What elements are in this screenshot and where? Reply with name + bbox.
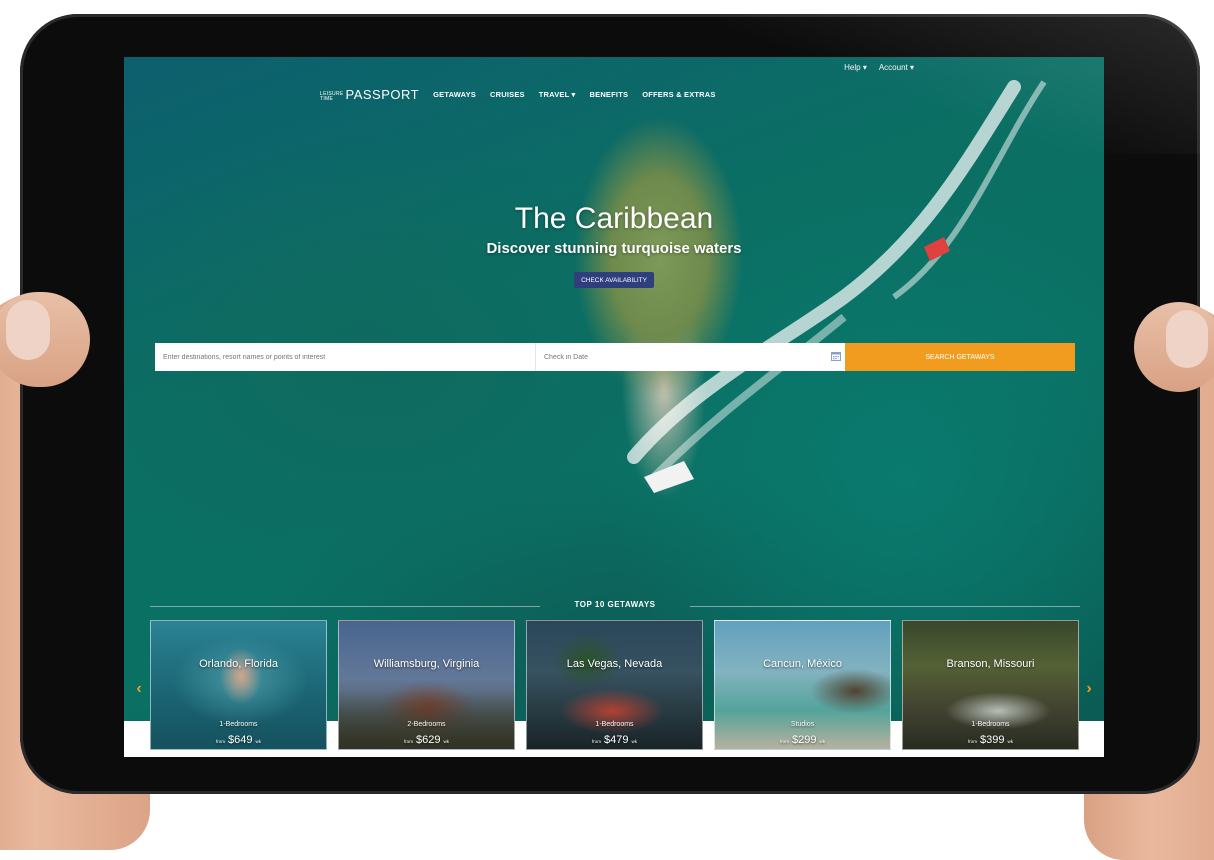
card-city: Cancun, México [763,658,842,670]
top10-carousel: Orlando, Florida 1-Bedrooms from $649 wk… [150,620,1080,750]
nav-offers-extras[interactable]: OFFERS & EXTRAS [642,90,715,99]
getaway-card-cancun[interactable]: Cancun, México Studios from $299 wk [714,620,891,750]
check-in-date-field [535,343,845,371]
card-price-from: from [967,739,977,744]
card-bedrooms: 1-Bedrooms [971,721,1010,728]
logo-small-line2: TIME [320,96,334,102]
card-image [527,621,702,749]
card-city: Orlando, Florida [199,658,278,670]
search-bar: SEARCH GETAWAYS [155,343,1075,371]
card-city: Branson, Missouri [946,658,1035,670]
card-city: Williamsburg, Virginia [373,658,480,670]
card-price: from $629 wk [339,734,514,746]
divider-right [690,606,1080,607]
card-bedrooms: 2-Bedrooms [407,721,446,728]
hero-subtitle: Discover stunning turquoise waters [486,240,742,257]
card-price-per: wk [631,739,638,744]
check-availability-button[interactable]: CHECK AVAILABILITY [574,272,654,288]
getaway-card-branson[interactable]: Branson, Missouri 1-Bedrooms from $399 w… [902,620,1079,750]
top10-title: TOP 10 GETAWAYS [574,600,656,609]
card-price-value: $479 [604,734,629,746]
card-price-from: from [591,739,601,744]
nav-getaways[interactable]: GETAWAYS [433,90,476,99]
card-price-value: $299 [792,734,817,746]
getaway-card-las-vegas[interactable]: Las Vegas, Nevada 1-Bedrooms from $479 w… [526,620,703,750]
card-price-from: from [403,739,413,744]
card-image [715,621,890,749]
search-getaways-button[interactable]: SEARCH GETAWAYS [845,343,1075,371]
card-price: from $649 wk [151,734,326,746]
card-price-value: $399 [980,734,1005,746]
main-nav: LEISURE TIME PASSPORT GETAWAYS CRUISES T… [320,87,716,102]
card-price-per: wk [255,739,262,744]
utility-bar: Help ▾ Account ▾ [844,63,914,72]
card-image [903,621,1078,749]
card-price: from $299 wk [715,734,890,746]
card-bedrooms: 1-Bedrooms [219,721,258,728]
card-price-per: wk [443,739,450,744]
chevron-right-icon[interactable]: › [1082,680,1096,697]
card-price: from $399 wk [903,734,1078,746]
card-price-from: from [215,739,225,744]
left-thumbnail [6,300,50,360]
getaway-card-orlando[interactable]: Orlando, Florida 1-Bedrooms from $649 wk [150,620,327,750]
nav-travel[interactable]: TRAVEL ▾ [539,90,576,99]
card-price-value: $629 [416,734,441,746]
getaway-card-williamsburg[interactable]: Williamsburg, Virginia 2-Bedrooms from $… [338,620,515,750]
calendar-icon[interactable] [831,351,841,361]
nav-benefits[interactable]: BENEFITS [590,90,629,99]
tablet-screen: Help ▾ Account ▾ LEISURE TIME PASSPORT G… [124,57,1104,757]
account-menu[interactable]: Account ▾ [879,63,914,72]
card-bedrooms: Studios [790,721,815,728]
help-menu[interactable]: Help ▾ [844,63,867,72]
logo-wordmark: PASSPORT [345,87,420,102]
top10-header: TOP 10 GETAWAYS [150,600,1080,614]
hero-title: The Caribbean [514,202,714,235]
card-city: Las Vegas, Nevada [566,658,663,670]
card-bedrooms: 1-Bedrooms [595,721,634,728]
chevron-left-icon[interactable]: ‹ [132,680,146,697]
card-price-from: from [779,739,789,744]
site-logo[interactable]: LEISURE TIME PASSPORT [320,87,419,102]
card-image [339,621,514,749]
card-price-per: wk [1007,739,1014,744]
card-price-value: $649 [228,734,253,746]
check-in-date-input[interactable] [536,343,845,371]
card-price-per: wk [819,739,826,744]
nav-cruises[interactable]: CRUISES [490,90,525,99]
boat-wake-graphic [627,80,1047,493]
card-price: from $479 wk [527,734,702,746]
right-thumbnail [1166,310,1208,368]
card-image [151,621,326,749]
destination-input[interactable] [155,343,535,371]
